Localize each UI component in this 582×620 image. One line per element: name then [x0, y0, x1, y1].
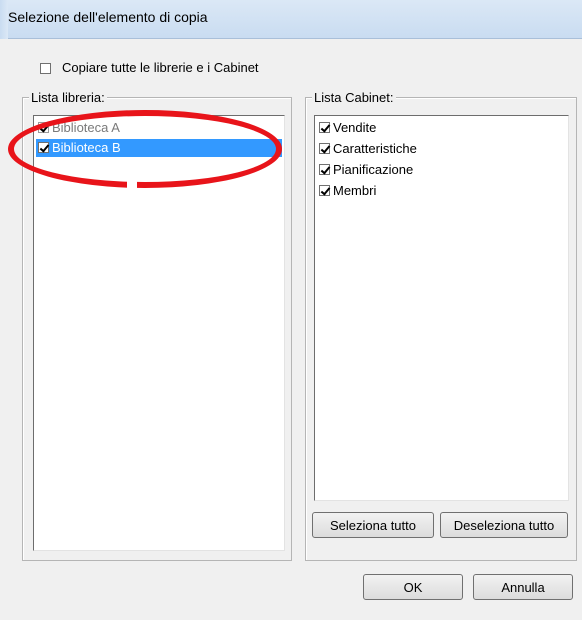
deselect-all-button[interactable]: Deseleziona tutto: [440, 512, 568, 538]
copy-all-checkbox[interactable]: [40, 63, 51, 74]
cabinet-item-membri[interactable]: Membri: [317, 182, 566, 200]
library-item-a-label: Biblioteca A: [52, 120, 120, 135]
cabinet-item-vendite-label: Vendite: [333, 120, 377, 135]
cabinet-item-caratteristiche-label: Caratteristiche: [333, 141, 417, 156]
library-item-a[interactable]: Biblioteca A: [36, 119, 282, 137]
cabinet-item-pianificazione[interactable]: Pianificazione: [317, 161, 566, 179]
cabinet-item-pianificazione-label: Pianificazione: [333, 162, 414, 177]
ok-button[interactable]: OK: [363, 574, 463, 600]
cabinet-item-caratteristiche-checkbox[interactable]: [319, 143, 330, 154]
library-item-b[interactable]: Biblioteca B: [36, 139, 282, 157]
library-group-legend: Lista libreria:: [29, 90, 107, 105]
window-title: Selezione dell'elemento di copia: [8, 9, 208, 25]
library-item-b-checkbox[interactable]: [38, 142, 49, 153]
select-all-button[interactable]: Seleziona tutto: [312, 512, 434, 538]
cabinet-item-pianificazione-checkbox[interactable]: [319, 164, 330, 175]
cabinet-item-vendite-checkbox[interactable]: [319, 122, 330, 133]
cabinet-item-caratteristiche[interactable]: Caratteristiche: [317, 140, 566, 158]
cancel-button[interactable]: Annulla: [473, 574, 573, 600]
library-item-a-checkbox[interactable]: [38, 122, 49, 133]
title-bar: Selezione dell'elemento di copia: [0, 0, 582, 39]
cabinet-item-vendite[interactable]: Vendite: [317, 119, 566, 137]
library-item-b-label: Biblioteca B: [52, 140, 121, 155]
dialog-body: Copiare tutte le librerie e i Cabinet Li…: [0, 39, 582, 620]
cabinet-listbox[interactable]: Vendite Caratteristiche Pianificazione M…: [314, 115, 569, 501]
library-listbox[interactable]: Biblioteca A Biblioteca B: [33, 115, 285, 551]
copy-all-label[interactable]: Copiare tutte le librerie e i Cabinet: [62, 60, 259, 75]
cabinet-item-membri-checkbox[interactable]: [319, 185, 330, 196]
cabinet-item-membri-label: Membri: [333, 183, 377, 198]
cabinet-group-legend: Lista Cabinet:: [312, 90, 396, 105]
